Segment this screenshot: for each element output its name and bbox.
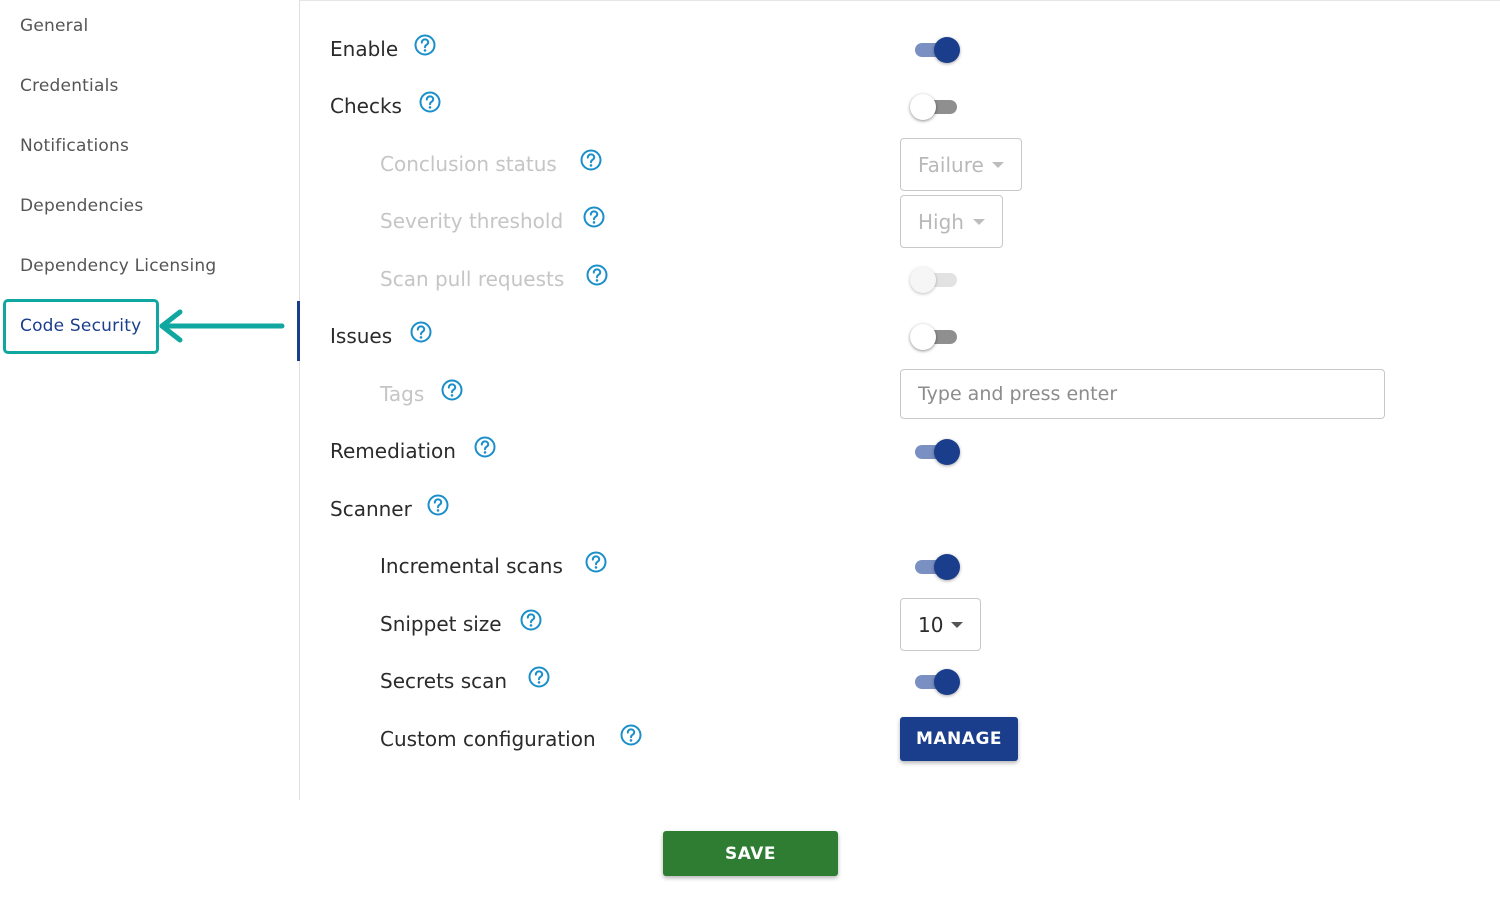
caret-down-icon — [973, 219, 985, 225]
incremental-scans-toggle[interactable] — [912, 554, 962, 580]
toggle-knob — [934, 439, 960, 465]
top-divider — [300, 0, 1500, 1]
help-circle-icon[interactable] — [520, 609, 542, 631]
scan-pull-requests-label: Scan pull requests — [380, 267, 565, 291]
help-circle-icon[interactable] — [585, 551, 607, 573]
help-circle-icon[interactable] — [427, 494, 449, 516]
help-circle-icon[interactable] — [419, 91, 441, 113]
save-button[interactable]: SAVE — [663, 831, 838, 876]
remediation-toggle[interactable] — [912, 439, 962, 465]
toggle-knob — [934, 554, 960, 580]
toggle-knob — [910, 94, 936, 120]
severity-threshold-label: Severity threshold — [380, 209, 564, 233]
select-value: 10 — [918, 613, 944, 637]
conclusion-status-label: Conclusion status — [380, 152, 557, 176]
sidebar-item-dependency-licensing[interactable]: Dependency Licensing — [20, 254, 216, 278]
select-value: High — [918, 210, 964, 234]
help-circle-icon[interactable] — [620, 724, 642, 746]
secrets-scan-label: Secrets scan — [380, 669, 508, 693]
select-value: Failure — [918, 153, 984, 177]
secrets-scan-toggle[interactable] — [912, 669, 962, 695]
help-circle-icon[interactable] — [586, 264, 608, 286]
toggle-knob — [910, 324, 936, 350]
checks-toggle[interactable] — [910, 94, 960, 120]
conclusion-status-select[interactable]: Failure — [900, 138, 1022, 191]
toggle-knob — [934, 37, 960, 63]
severity-threshold-select[interactable]: High — [900, 195, 1003, 248]
help-circle-icon[interactable] — [414, 34, 436, 56]
arrow-left-icon — [159, 309, 285, 343]
issues-label: Issues — [330, 324, 393, 348]
incremental-scans-label: Incremental scans — [380, 554, 563, 578]
tags-input[interactable] — [900, 369, 1385, 419]
checks-label: Checks — [330, 94, 402, 118]
issues-toggle[interactable] — [910, 324, 960, 350]
sidebar-item-notifications[interactable]: Notifications — [20, 134, 129, 158]
custom-configuration-label: Custom configuration — [380, 727, 596, 751]
toggle-knob — [934, 669, 960, 695]
snippet-size-select[interactable]: 10 — [900, 598, 981, 651]
enable-toggle[interactable] — [912, 37, 962, 63]
help-circle-icon[interactable] — [410, 321, 432, 343]
toggle-knob — [910, 267, 936, 293]
active-section-indicator — [297, 301, 300, 361]
sidebar-item-code-security[interactable]: Code Security — [20, 314, 141, 338]
manage-button[interactable]: MANAGE — [900, 717, 1018, 761]
settings-sidebar: General Credentials Notifications Depend… — [0, 0, 300, 800]
tags-label: Tags — [380, 382, 425, 406]
help-circle-icon[interactable] — [580, 149, 602, 171]
sidebar-item-general[interactable]: General — [20, 14, 88, 38]
enable-label: Enable — [330, 37, 399, 61]
sidebar-item-dependencies[interactable]: Dependencies — [20, 194, 143, 218]
snippet-size-label: Snippet size — [380, 612, 502, 636]
help-circle-icon[interactable] — [474, 436, 496, 458]
remediation-label: Remediation — [330, 439, 456, 463]
caret-down-icon — [951, 622, 963, 628]
help-circle-icon[interactable] — [441, 379, 463, 401]
help-circle-icon[interactable] — [583, 206, 605, 228]
scanner-label: Scanner — [330, 497, 412, 521]
sidebar-item-credentials[interactable]: Credentials — [20, 74, 119, 98]
caret-down-icon — [992, 162, 1004, 168]
help-circle-icon[interactable] — [528, 666, 550, 688]
scan-pull-requests-toggle[interactable] — [910, 267, 960, 293]
